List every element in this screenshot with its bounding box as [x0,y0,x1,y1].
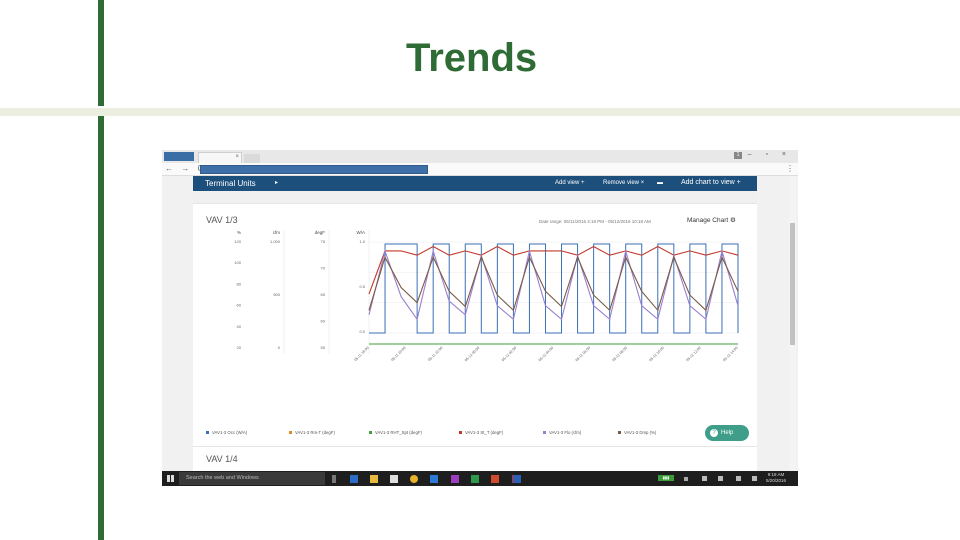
add-view-button[interactable]: Add view + [555,180,585,186]
x-tick-label: 05-12 02:00 [501,346,517,362]
x-tick-label: 05-12 10:00 [649,346,665,362]
word-icon[interactable] [513,475,521,483]
legend-swatch [289,431,292,434]
browser-screenshot: × 1 – ▫ × ← → C ⋮ Terminal Units ▸ Add v… [162,150,798,486]
legend-label: VAV1-3 Dmp (%) [624,430,657,435]
excel-icon[interactable] [471,475,479,483]
powerpoint-icon[interactable] [491,475,499,483]
x-tick-label: 05-12 08:00 [612,346,628,362]
tray-arrow-icon[interactable] [684,477,688,481]
x-tick-label: 05-12 06:00 [575,346,591,362]
x-tick-label: 05-11 18:00 [353,346,369,362]
url-input[interactable] [200,165,428,174]
scrollbar-thumb[interactable] [790,223,795,345]
app-icon[interactable] [390,475,398,483]
app-page: Terminal Units ▸ Add view + Remove view … [193,176,757,473]
x-tick-label: 05-11 22:00 [427,346,443,362]
help-icon: ? [710,429,718,437]
chart-card-2: VAV 1/4 [193,446,757,473]
slide-title: Trends [406,36,538,80]
taskbar-search[interactable]: Search the web and Windows [179,472,325,485]
axis-tick-label: 55 [321,345,326,350]
axis-unit-label: cfm [273,230,281,235]
axis-unit-label: degF [315,230,326,235]
volume-icon[interactable] [718,476,723,481]
browser-tab-active[interactable] [164,152,194,161]
x-tick-label: 05-12 14:00 [722,346,738,362]
chrome-icon[interactable] [410,475,418,483]
add-chart-button[interactable]: Add chart to view + [681,179,741,186]
folder-icon[interactable] [370,475,378,483]
x-tick-label: 05-11 20:00 [390,346,406,362]
slide: Trends × 1 – ▫ × ← → C ⋮ Terminal Units … [0,0,960,540]
window-badge: 1 [734,152,742,159]
legend-swatch [206,431,209,434]
keyboard-icon[interactable] [736,476,741,481]
trend-chart: % 120 100 80 60 40 20 cfm 1,000 500 0 degF 75 70 65 60 5… [206,230,739,435]
accent-bar-bottom [98,116,104,540]
legend-label: VAV1-3 Rm-T (degF) [295,430,335,435]
title-divider [0,108,960,116]
axis-tick-label: 1,000 [270,239,281,244]
edge-icon[interactable] [430,475,438,483]
new-tab-button[interactable] [244,154,260,163]
axis-tick-label: 20 [237,345,242,350]
browser-tab-bar: × 1 – ▫ × [162,150,798,163]
axis-tick-label: 500 [273,292,280,297]
axis-unit-label: % [237,230,241,235]
remove-view-button[interactable]: Remove view × [603,180,644,186]
axis-tick-label: 0.0 [359,329,365,334]
help-label: Help [721,430,734,436]
taskbar-clock[interactable]: 9:18 AM 5/20/2016 [766,472,786,484]
axis-unit-label: W/A [357,230,366,235]
onenote-icon[interactable] [451,475,459,483]
legend-label: VAV1-3 Occ (W/A) [212,430,248,435]
chart-title-2: VAV 1/4 [206,454,238,464]
windows-taskbar: Search the web and Windows ▮▮▮ 9:18 AM 5… [162,471,798,486]
legend-label: VAV1-3 RHT_Spt (degF) [375,430,422,435]
legend-swatch [369,431,372,434]
axis-tick-label: 100 [234,260,241,265]
axis-tick-label: 80 [237,281,242,286]
legend-label: VAV1-3 Flo (cfm) [549,430,582,435]
axis-tick-label: 65 [321,292,326,297]
chart-card: VAV 1/3 Date range: 05/11/2016 4:18 PM -… [193,203,757,439]
scrollbar[interactable] [789,176,796,470]
header-caret-icon[interactable]: ▸ [275,179,278,186]
axis-tick-label: 0 [278,345,281,350]
help-button[interactable]: ? Help [705,425,749,441]
clock-date: 5/20/2016 [766,478,787,483]
axis-tick-label: 60 [321,319,326,324]
legend-swatch [543,431,546,434]
windows-start-icon[interactable] [167,475,174,482]
legend-swatch [459,431,462,434]
app-header: Terminal Units ▸ Add view + Remove view … [193,176,757,191]
app-header-title: Terminal Units [205,179,256,188]
x-tick-label: 05-12 12:00 [685,346,701,362]
browser-tab[interactable]: × [198,152,242,163]
notification-icon[interactable] [752,476,757,481]
legend-label: VAV1-3 St_T (degF) [465,430,504,435]
subheader-gap [193,191,757,203]
axis-tick-label: 60 [237,303,242,308]
accent-bar-top [98,0,104,106]
axis-tick-label: 0.5 [359,284,365,289]
axis-tick-label: 120 [234,239,241,244]
window-controls[interactable]: – ▫ × [748,151,792,158]
axis-tick-label: 70 [321,266,326,271]
tray-badge[interactable]: ▮▮▮ [658,475,674,481]
menu-icon[interactable]: ⋮ [786,164,794,173]
axis-tick-label: 40 [237,324,242,329]
address-bar: ← → C ⋮ [162,163,798,176]
axis-tick-label: 75 [321,239,326,244]
series-line [368,248,739,321]
list-icon[interactable]: ▬ [657,180,663,186]
outlook-icon[interactable] [350,475,358,483]
x-tick-label: 05-12 00:00 [464,346,480,362]
x-tick-label: 05-12 04:00 [538,346,554,362]
axis-tick-label: 1.0 [359,239,365,244]
network-icon[interactable] [702,476,707,481]
legend-swatch [618,431,621,434]
task-view-icon[interactable] [332,475,336,483]
